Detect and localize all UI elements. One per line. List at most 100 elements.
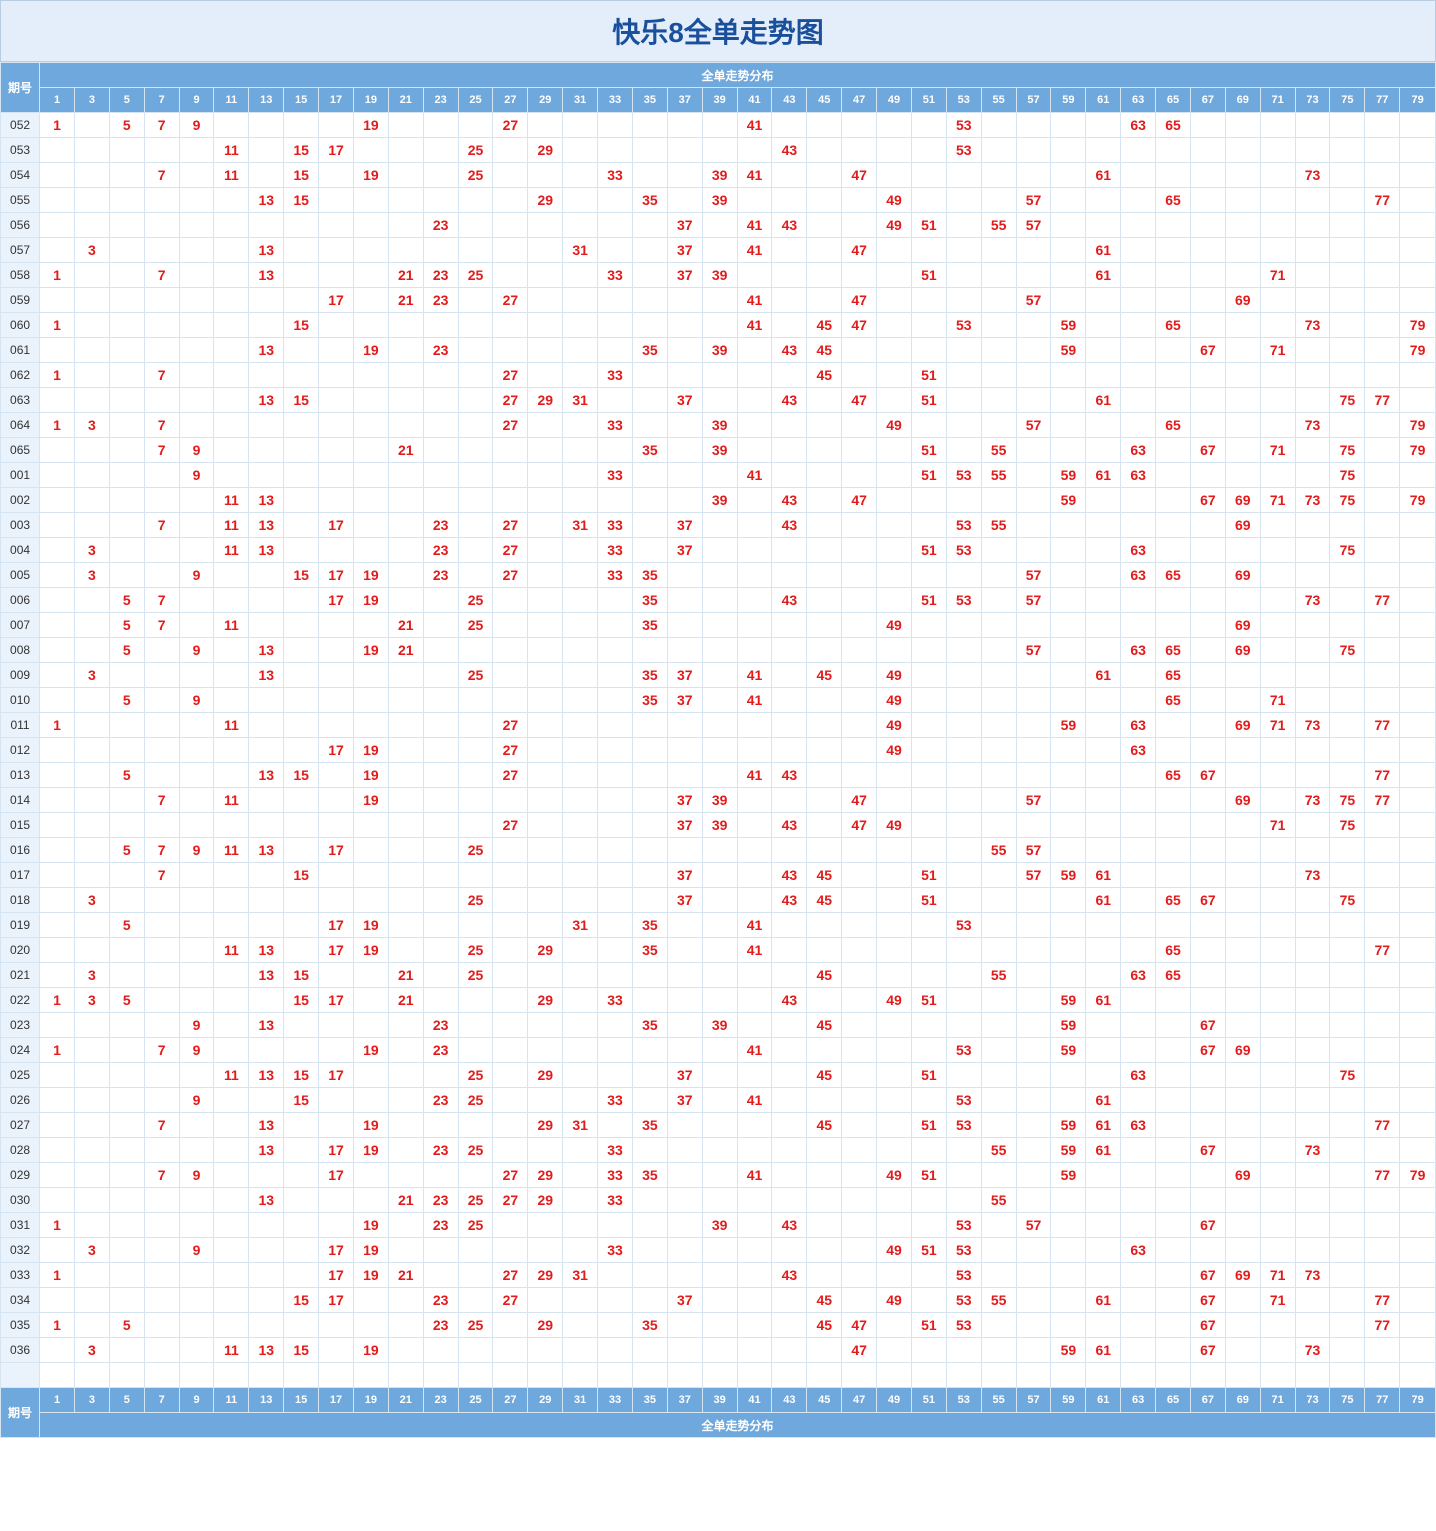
cell (772, 1088, 807, 1113)
cell (772, 263, 807, 288)
cell: 11 (214, 538, 249, 563)
cell: 75 (1330, 638, 1365, 663)
cell (667, 488, 702, 513)
cell (946, 1138, 981, 1163)
row-id: 008 (1, 638, 40, 663)
cell: 39 (702, 488, 737, 513)
cell (1260, 138, 1295, 163)
cell (1051, 1288, 1086, 1313)
cell (981, 1213, 1016, 1238)
cell (1400, 1188, 1436, 1213)
cell (74, 1138, 109, 1163)
cell: 43 (772, 338, 807, 363)
cell (1016, 763, 1051, 788)
cell (1121, 238, 1156, 263)
cell (1190, 863, 1225, 888)
cell (1260, 113, 1295, 138)
cell: 27 (493, 563, 528, 588)
cell (702, 463, 737, 488)
cell (667, 838, 702, 863)
cell (74, 688, 109, 713)
cell (598, 613, 633, 638)
cell: 41 (737, 663, 772, 688)
cell (144, 938, 179, 963)
cell (528, 738, 563, 763)
cell (1400, 863, 1436, 888)
cell (388, 688, 423, 713)
cell (493, 988, 528, 1013)
cell: 49 (877, 738, 912, 763)
cell (40, 388, 75, 413)
cell (981, 938, 1016, 963)
cell (946, 963, 981, 988)
cell (563, 713, 598, 738)
cell (772, 963, 807, 988)
cell (1190, 513, 1225, 538)
cell: 61 (1086, 238, 1121, 263)
cell (1330, 1013, 1365, 1038)
cell (214, 413, 249, 438)
cell (353, 1313, 388, 1338)
cell: 53 (946, 113, 981, 138)
trend-table: 期号全单走势分布13579111315171921232527293133353… (0, 62, 1436, 1438)
cell (1016, 338, 1051, 363)
cell: 67 (1190, 338, 1225, 363)
cell (109, 438, 144, 463)
col-footer: 31 (563, 1388, 598, 1413)
cell (423, 688, 458, 713)
cell: 27 (493, 713, 528, 738)
cell (877, 1063, 912, 1088)
cell: 43 (772, 513, 807, 538)
cell (1051, 513, 1086, 538)
cell (598, 138, 633, 163)
cell (737, 638, 772, 663)
cell (423, 1063, 458, 1088)
cell (598, 1063, 633, 1088)
cell (249, 688, 284, 713)
cell (1086, 938, 1121, 963)
cell (214, 363, 249, 388)
cell (981, 788, 1016, 813)
cell (981, 1063, 1016, 1088)
cell: 25 (458, 1138, 493, 1163)
cell: 47 (842, 163, 877, 188)
cell (842, 1213, 877, 1238)
col-footer: 45 (807, 1388, 842, 1413)
cell (842, 1138, 877, 1163)
cell (563, 363, 598, 388)
cell: 7 (144, 113, 179, 138)
cell (737, 1013, 772, 1038)
cell: 63 (1121, 1063, 1156, 1088)
cell (911, 613, 946, 638)
cell (702, 613, 737, 638)
cell (144, 1188, 179, 1213)
cell (702, 1138, 737, 1163)
cell (667, 1113, 702, 1138)
cell (667, 113, 702, 138)
cell (528, 688, 563, 713)
cell (528, 563, 563, 588)
cell (109, 563, 144, 588)
cell (1190, 613, 1225, 638)
cell (1260, 938, 1295, 963)
cell (214, 113, 249, 138)
row-id: 010 (1, 688, 40, 713)
cell (877, 1263, 912, 1288)
cell (1330, 1138, 1365, 1163)
cell (981, 163, 1016, 188)
cell (249, 138, 284, 163)
cell: 29 (528, 138, 563, 163)
cell (1400, 388, 1436, 413)
cell (1121, 838, 1156, 863)
cell (842, 1038, 877, 1063)
cell (981, 1013, 1016, 1038)
cell (702, 638, 737, 663)
cell (319, 963, 354, 988)
col-header: 29 (528, 88, 563, 113)
cell (1121, 163, 1156, 188)
cell (1260, 313, 1295, 338)
cell (946, 638, 981, 663)
cell (423, 1113, 458, 1138)
cell (1330, 688, 1365, 713)
cell (702, 213, 737, 238)
